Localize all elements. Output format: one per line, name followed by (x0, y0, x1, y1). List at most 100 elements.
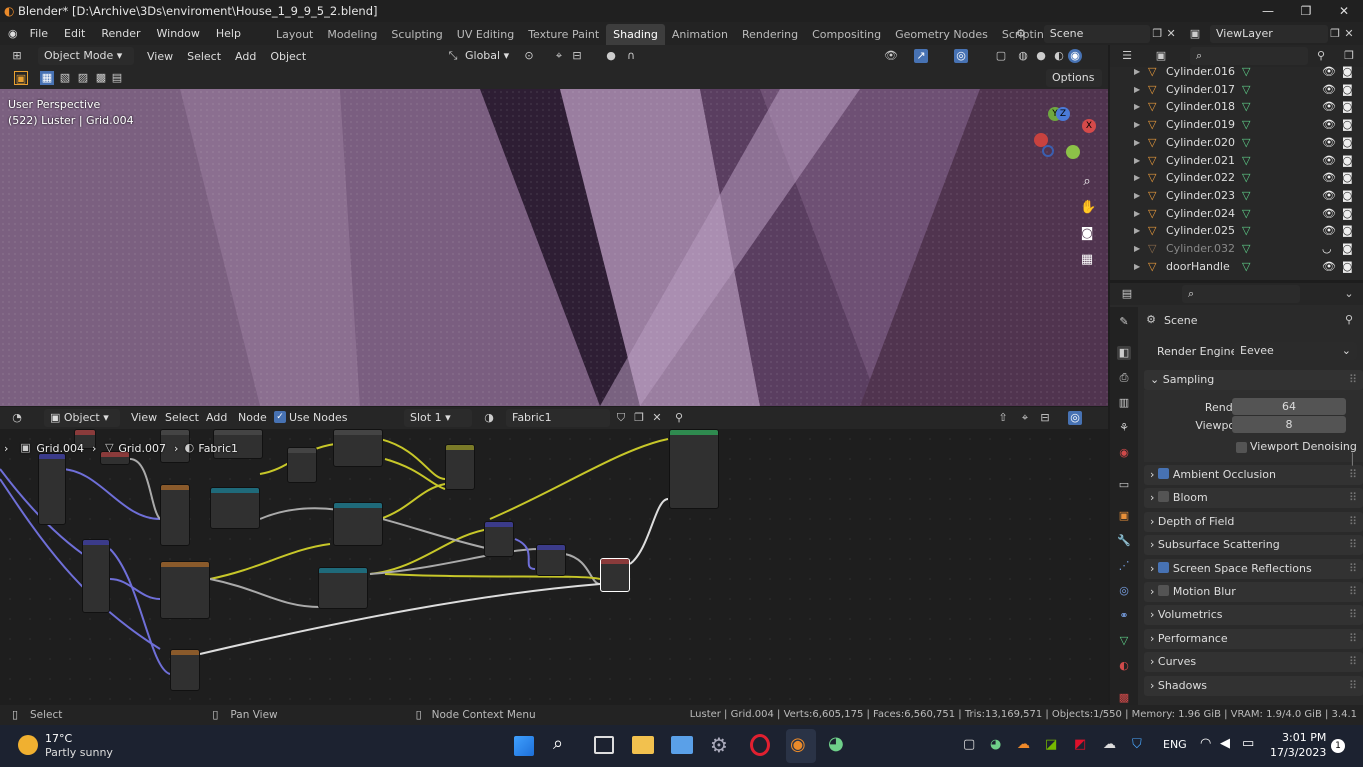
select-intersect-icon[interactable]: ▤ (110, 71, 124, 85)
select-extend-icon[interactable]: ▧ (58, 71, 72, 85)
material-browse-icon[interactable]: ◑ (482, 411, 496, 425)
menu-window[interactable]: Window (149, 22, 208, 45)
scroll-indicator[interactable]: ▏ (1352, 453, 1360, 466)
node-mapping-2[interactable] (82, 539, 110, 613)
tray-onedrive-icon[interactable]: ☁ (1103, 737, 1116, 752)
language-indicator[interactable]: ENG (1163, 738, 1187, 751)
panel-ambient-occlusion[interactable]: › Ambient Occlusion ⠿ (1144, 465, 1363, 485)
viewlayer-field[interactable]: ViewLayer (1210, 24, 1328, 43)
photos-icon[interactable] (671, 736, 693, 754)
volume-icon[interactable]: ◀ (1220, 736, 1230, 751)
expand-arrow-icon[interactable]: ▶ (1134, 81, 1140, 98)
panel-expand-icon[interactable]: › (1150, 679, 1154, 692)
panel-screen-space-reflections[interactable]: › Screen Space Reflections ⠿ (1144, 558, 1363, 579)
eye-icon[interactable]: ◡ (1322, 240, 1332, 257)
camera-icon[interactable]: ◙ (1080, 227, 1094, 241)
panel-enable-checkbox[interactable] (1157, 585, 1169, 596)
expand-arrow-icon[interactable]: ▶ (1134, 63, 1140, 80)
pan-hand-icon[interactable]: ✋ (1080, 201, 1096, 215)
weather-desc[interactable]: Partly sunny (45, 746, 113, 759)
menu-file[interactable]: File (22, 22, 56, 45)
tray-nvidia-icon[interactable]: ◪ (1045, 737, 1057, 752)
outliner-row[interactable]: ▶ ▽ Cylinder.016 ▽ 👁 ◙ (1110, 63, 1363, 81)
object-tab-icon[interactable]: ▣ (1117, 509, 1131, 523)
node-image-texture-2[interactable] (160, 561, 210, 619)
display-mode-icon[interactable]: ▣ (1154, 49, 1168, 63)
maximize-icon[interactable]: ❐ (1287, 0, 1325, 22)
expand-arrow-icon[interactable]: ▶ (1134, 222, 1140, 239)
node-color-ramp-1[interactable] (210, 487, 260, 529)
slot-dropdown[interactable]: Slot 1 ▾ (404, 409, 472, 427)
eye-icon[interactable]: 👁 (1322, 222, 1336, 239)
eye-icon[interactable]: 👁 (1322, 152, 1336, 169)
weather-temp[interactable]: 17°C (45, 732, 72, 745)
ne-overlay-icon[interactable]: ◎ (1068, 411, 1082, 425)
tab-compositing[interactable]: Compositing (805, 24, 888, 45)
render-camera-icon[interactable]: ◙ (1342, 81, 1353, 98)
render-camera-icon[interactable]: ◙ (1342, 116, 1353, 133)
tab-texture-paint[interactable]: Texture Paint (521, 24, 606, 45)
drag-handle-icon[interactable]: ⠿ (1349, 559, 1357, 579)
outliner-row[interactable]: ▶ ▽ Cylinder.017 ▽ 👁 ◙ (1110, 81, 1363, 99)
panel-expand-icon[interactable]: › (1150, 515, 1154, 528)
expand-arrow-icon[interactable]: ▶ (1134, 205, 1140, 222)
outliner-item-label[interactable]: Cylinder.025 (1166, 222, 1235, 239)
tab-animation[interactable]: Animation (665, 24, 735, 45)
eye-icon[interactable]: 👁 (1322, 169, 1336, 186)
render-samples-field[interactable]: 64 (1232, 398, 1346, 415)
clock-date[interactable]: 17/3/2023 (1270, 746, 1326, 759)
new-scene-icon[interactable]: ❐ (1150, 27, 1164, 41)
outliner-item-label[interactable]: Cylinder.032 (1166, 240, 1235, 257)
outliner-row[interactable]: ▶ ▽ Cylinder.025 ▽ 👁 ◙ (1110, 222, 1363, 240)
expand-arrow-icon[interactable]: ▶ (1134, 258, 1140, 275)
mesh-data-icon[interactable]: ▽ (1242, 134, 1250, 151)
gizmo-x-icon[interactable]: X (1082, 119, 1096, 133)
tray-icon-1[interactable]: ▢ (963, 737, 975, 752)
shading-solid-icon[interactable]: ● (1034, 49, 1048, 63)
mesh-data-icon[interactable]: ▽ (1242, 98, 1250, 115)
outliner-item-label[interactable]: Cylinder.019 (1166, 116, 1235, 133)
mesh-data-icon[interactable]: ▽ (1242, 63, 1250, 80)
mesh-data-icon[interactable]: ▽ (1242, 240, 1250, 257)
expand-arrow-icon[interactable]: ▶ (1134, 134, 1140, 151)
select-invert-icon[interactable]: ▩ (94, 71, 108, 85)
outliner-item-label[interactable]: Cylinder.020 (1166, 134, 1235, 151)
gizmo-neg-y-icon[interactable] (1066, 145, 1080, 159)
blender-menu-icon[interactable]: ◉ (8, 27, 18, 40)
ne-menu-node[interactable]: Node (231, 411, 274, 424)
panel-enable-checkbox[interactable] (1157, 491, 1169, 503)
tab-shading[interactable]: Shading (606, 23, 665, 45)
material-tab-icon[interactable]: ◐ (1117, 659, 1131, 673)
outliner-item-label[interactable]: Cylinder.017 (1166, 81, 1235, 98)
expand-arrow-icon[interactable]: ▶ (1134, 152, 1140, 169)
file-explorer-icon[interactable] (632, 736, 654, 754)
remove-scene-icon[interactable]: ✕ (1164, 27, 1178, 41)
tray-security-icon[interactable]: ⛉ (1132, 737, 1142, 752)
mesh-data-icon[interactable]: ▽ (1242, 258, 1250, 275)
panel-enable-checkbox[interactable] (1157, 468, 1169, 479)
node-ramp-2[interactable] (333, 429, 383, 467)
panel-expand-icon[interactable]: › (1150, 468, 1154, 481)
viewlayer-icon[interactable]: ▣ (1188, 27, 1202, 41)
panel-shadows[interactable]: › Shadows ⠿ (1144, 675, 1363, 696)
texture-tab-icon[interactable]: ▩ (1117, 691, 1131, 705)
node-editor-canvas[interactable]: › ▣ Grid.004 › ▽ Grid.007 › ◐ Fabric1 (0, 429, 1108, 705)
outliner-item-label[interactable]: doorHandle (1166, 258, 1230, 275)
render-camera-icon[interactable]: ◙ (1342, 152, 1353, 169)
drag-handle-icon[interactable]: ⠿ (1349, 605, 1357, 625)
properties-editor-icon[interactable]: ▤ (1120, 287, 1134, 301)
outliner-list[interactable]: ▶ ▽ Cylinder.016 ▽ 👁 ◙ ▶ ▽ Cylinder.017 ▽ 👁 ◙ ▶ ▽ Cyli… (1110, 63, 1363, 280)
node-mix-1[interactable] (445, 444, 475, 490)
remove-viewlayer-icon[interactable]: ✕ (1342, 27, 1356, 41)
duplicate-material-icon[interactable]: ❐ (632, 411, 646, 425)
ne-snap-icon[interactable]: ⌖ (1018, 411, 1032, 425)
world-tab-icon[interactable]: ◉ (1117, 446, 1131, 460)
panel-expand-icon[interactable]: › (1150, 585, 1154, 598)
mesh-data-icon[interactable]: ▽ (1242, 205, 1250, 222)
outliner-item-label[interactable]: Cylinder.016 (1166, 63, 1235, 80)
tray-cloud-icon[interactable]: ☁ (1017, 737, 1030, 752)
eye-icon[interactable]: 👁 (1322, 116, 1336, 133)
mesh-data-icon[interactable]: ▽ (1242, 81, 1250, 98)
outliner-item-label[interactable]: Cylinder.022 (1166, 169, 1235, 186)
expand-arrow-icon[interactable]: ▶ (1134, 187, 1140, 204)
